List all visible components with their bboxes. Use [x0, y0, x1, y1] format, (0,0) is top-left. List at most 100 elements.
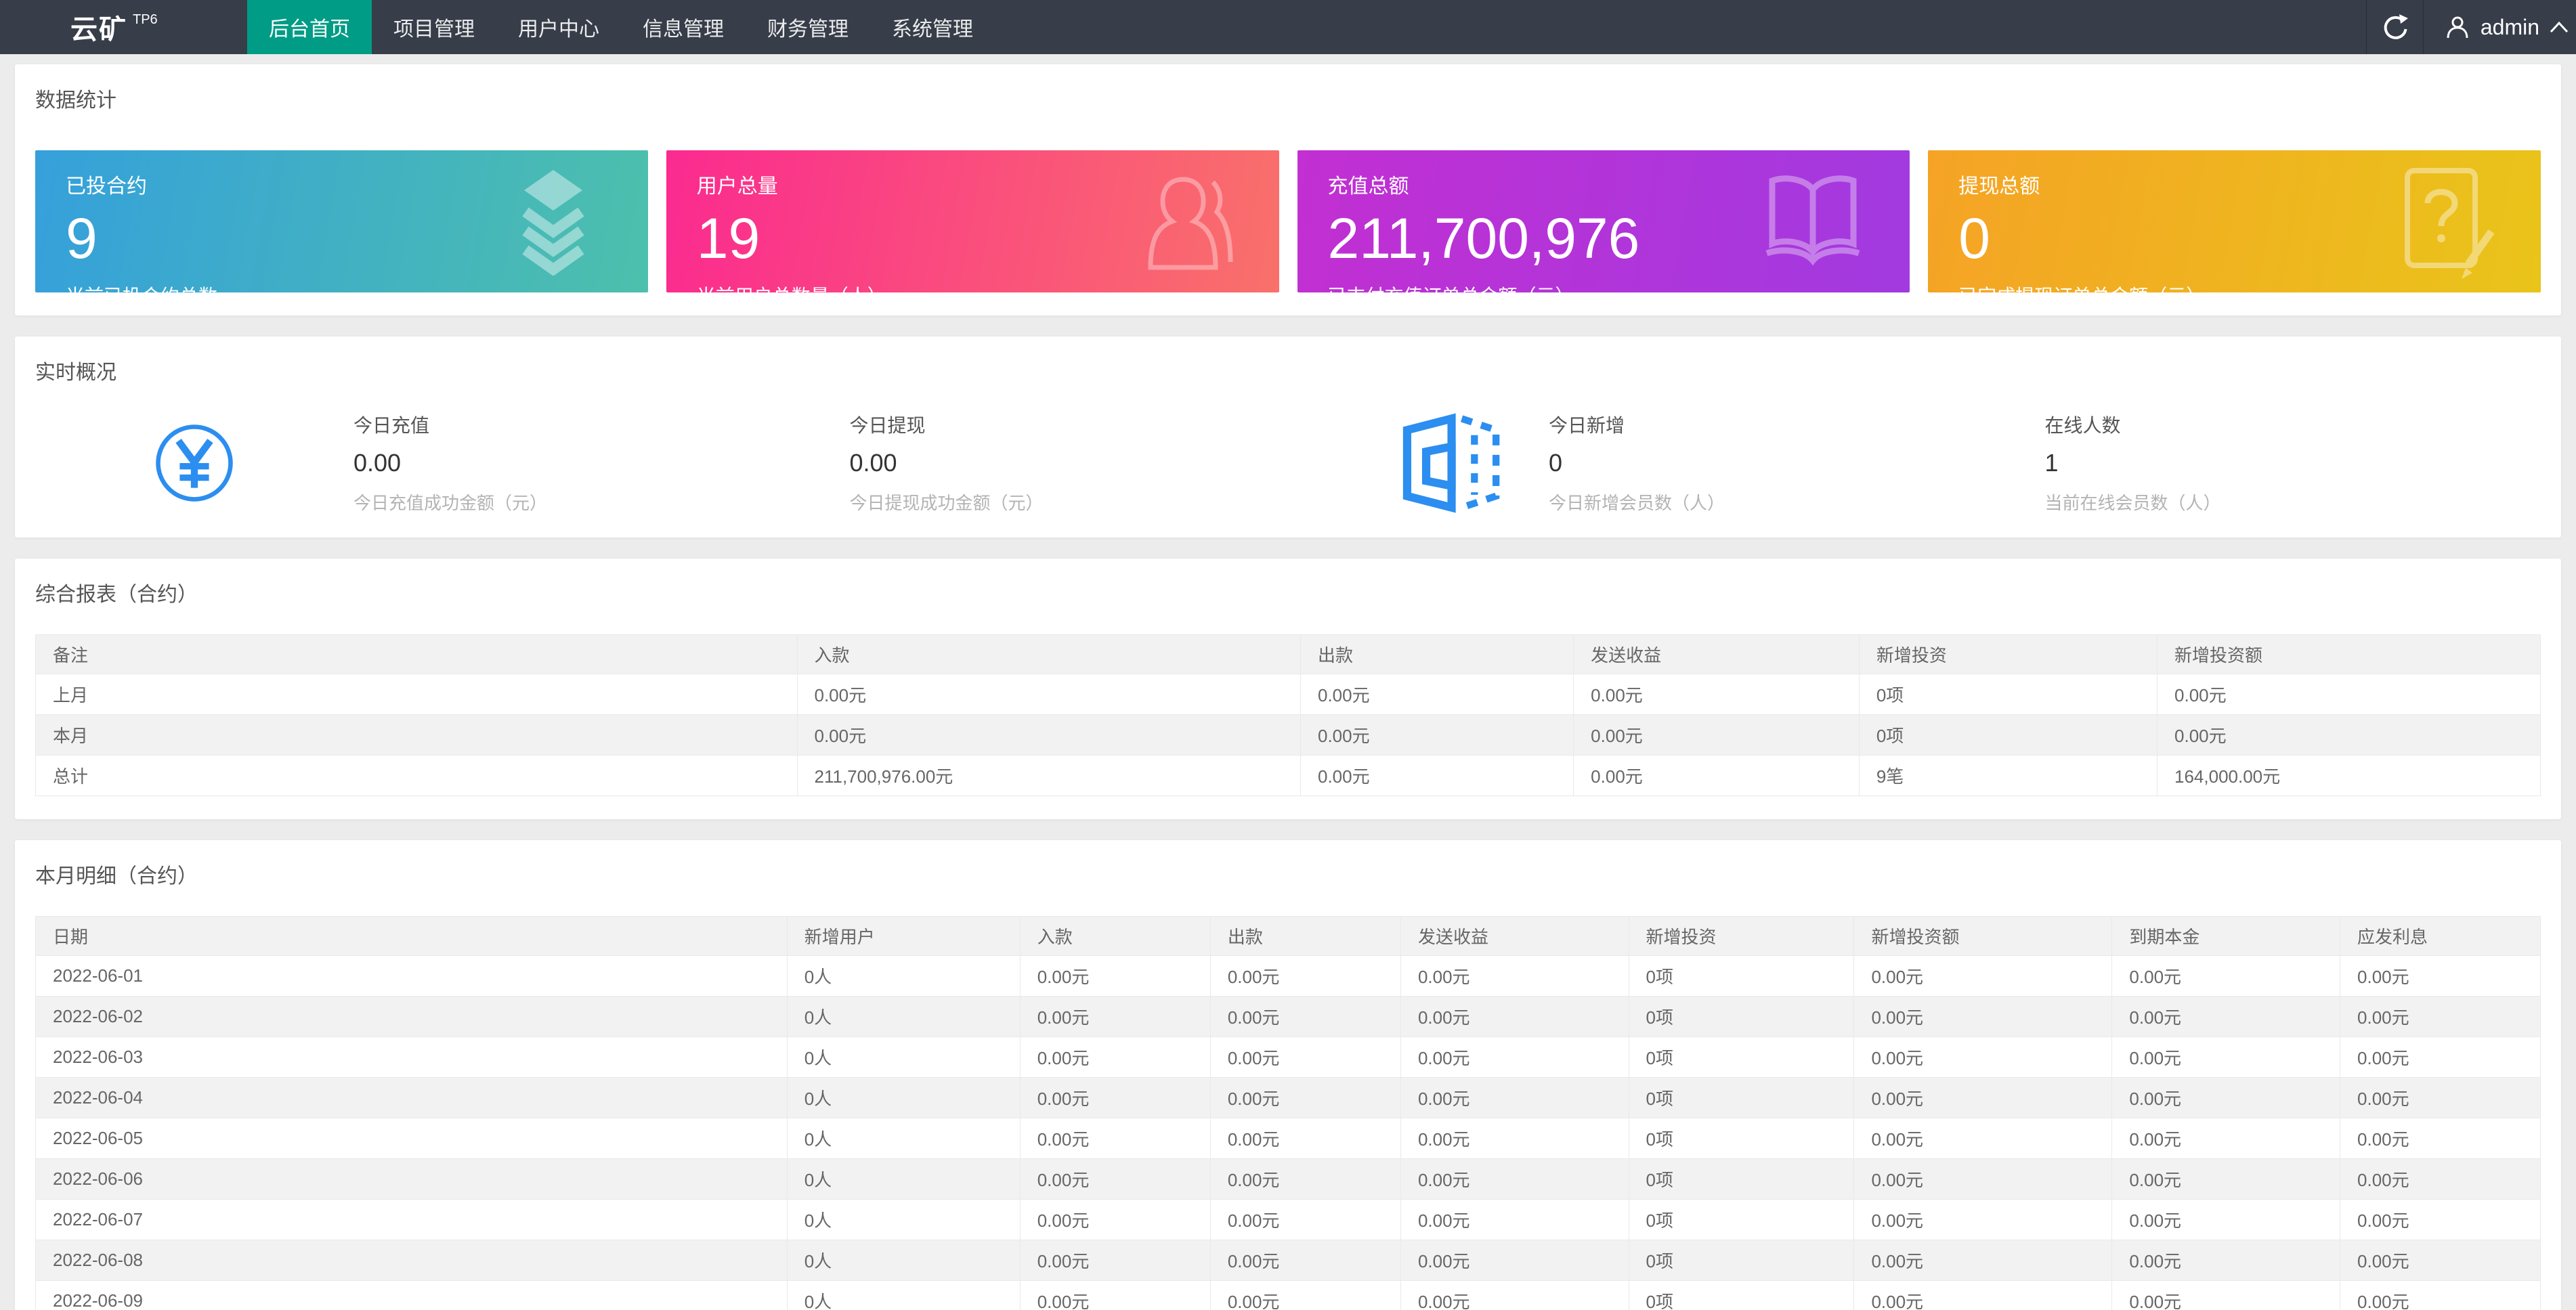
stats-panel: 数据统计 已投合约 9 当前已投合约总数 用户总量 19 当前用户总数量（人）: [15, 64, 2561, 315]
menu-item-dashboard[interactable]: 后台首页: [247, 0, 372, 54]
table-cell: 0人: [786, 1036, 1021, 1078]
table-cell: 0.00元: [1209, 1077, 1401, 1118]
column-header: 新增投资: [1628, 916, 1855, 956]
table-cell: 0人: [786, 996, 1021, 1037]
table-cell: 0.00元: [1209, 1118, 1401, 1159]
table-cell: 0项: [1628, 996, 1855, 1037]
table-cell: 0.00元: [1853, 1240, 2113, 1281]
column-header: 发送收益: [1573, 634, 1860, 674]
card-total-withdraw: 提现总额 0 已完成提现订单总金额（元）: [1928, 150, 2541, 307]
table-row: 2022-06-06 0人 0.00元 0.00元 0.00元 0项 0.00元 0.00元 0…: [35, 1158, 2541, 1200]
menu-item-finance[interactable]: 财务管理: [746, 0, 870, 54]
table-cell: 0人: [786, 1118, 1021, 1159]
table-row: 2022-06-01 0人 0.00元 0.00元 0.00元 0项 0.00元 0.00元 0…: [35, 955, 2541, 997]
yen-circle-icon: [35, 422, 353, 504]
refresh-button[interactable]: [2365, 0, 2423, 54]
summary-table-body: 上月 0.00元 0.00元 0.00元 0项 0.00元 本月 0.00元 0.00元 0.00…: [35, 674, 2541, 796]
column-header: 发送收益: [1400, 916, 1629, 956]
table-cell: 0人: [786, 1199, 1021, 1240]
stat-today-new-members: 今日新增 0 今日新增会员数（人）: [1549, 411, 2045, 515]
table-cell: 0.00元: [1400, 996, 1629, 1037]
menu-item-system[interactable]: 系统管理: [870, 0, 995, 54]
table-cell: 0.00元: [2340, 955, 2541, 997]
user-icon: [2444, 14, 2471, 41]
username: admin: [2480, 14, 2539, 39]
table-cell: 2022-06-05: [35, 1118, 788, 1159]
table-cell: 0.00元: [1209, 1199, 1401, 1240]
column-header: 备注: [35, 634, 798, 674]
table-cell: 0.00元: [2111, 1118, 2341, 1159]
table-cell: 0项: [1628, 1240, 1855, 1281]
table-cell: 0.00元: [1853, 1036, 2113, 1078]
navbar-right: admin: [2365, 0, 2576, 54]
table-cell: 0.00元: [2340, 1158, 2541, 1200]
summary-header-row: 备注 入款 出款 发送收益 新增投资 新增投资额: [35, 634, 2541, 674]
table-cell: 0项: [1628, 1077, 1855, 1118]
stat-value: 0.00: [353, 449, 402, 477]
realtime-panel: 实时概况 今日充值 0.00 今日充值成功金额（元） 今日提现 0.00 今日提…: [15, 336, 2561, 538]
menu-item-info[interactable]: 信息管理: [621, 0, 746, 54]
table-cell: 本月: [35, 714, 798, 756]
person-icon: [1137, 167, 1239, 276]
table-cell: 总计: [35, 755, 798, 796]
card-total-recharge: 充值总额 211,700,976 已支付充值订单总金额（元）: [1297, 150, 1910, 307]
stat-value: 1: [2044, 449, 2059, 477]
table-cell: 164,000.00元: [2157, 755, 2541, 796]
table-row: 上月 0.00元 0.00元 0.00元 0项 0.00元: [35, 674, 2541, 715]
detail-table-body: 2022-06-01 0人 0.00元 0.00元 0.00元 0项 0.00元 0.00元 0…: [35, 955, 2541, 1310]
table-cell: 0.00元: [2340, 1280, 2541, 1310]
table-cell: 0.00元: [2111, 955, 2341, 997]
table-row: 2022-06-05 0人 0.00元 0.00元 0.00元 0项 0.00元 0.00元 0…: [35, 1118, 2541, 1159]
table-cell: 0.00元: [2111, 1199, 2341, 1240]
table-cell: 0.00元: [1853, 1280, 2113, 1310]
menu-item-users[interactable]: 用户中心: [496, 0, 621, 54]
card-invested-contracts: 已投合约 9 当前已投合约总数: [35, 150, 648, 307]
summary-report-title: 综合报表（合约）: [35, 584, 198, 606]
table-row: 2022-06-08 0人 0.00元 0.00元 0.00元 0项 0.00元 0.00元 0…: [35, 1240, 2541, 1281]
stat-sublabel: 今日新增会员数（人）: [1549, 493, 1725, 513]
column-header: 到期本金: [2111, 916, 2341, 956]
stat-value: 0.00: [849, 449, 897, 477]
table-cell: 0.00元: [1019, 996, 1211, 1037]
table-cell: 0.00元: [1019, 1240, 1211, 1281]
menu-item-projects[interactable]: 项目管理: [372, 0, 496, 54]
table-cell: 0.00元: [2111, 1158, 2341, 1200]
table-cell: 0.00元: [2340, 1036, 2541, 1078]
table-cell: 0.00元: [796, 674, 1301, 715]
table-cell: 0.00元: [1400, 1158, 1629, 1200]
table-cell: 0.00元: [1400, 1077, 1629, 1118]
table-row: 本月 0.00元 0.00元 0.00元 0项 0.00元: [35, 714, 2541, 756]
table-cell: 2022-06-07: [35, 1199, 788, 1240]
stat-label: 今日充值: [353, 415, 430, 436]
card-subtitle: 当前用户总数量（人）: [696, 286, 886, 307]
refresh-icon: [2380, 12, 2409, 42]
table-cell: 0.00元: [2340, 1118, 2541, 1159]
column-header: 新增投资: [1858, 634, 2158, 674]
table-cell: 0.00元: [2111, 1240, 2341, 1281]
table-cell: 0.00元: [1853, 955, 2113, 997]
table-cell: 0.00元: [1400, 1280, 1629, 1310]
table-cell: 0.00元: [1853, 996, 2113, 1037]
table-cell: 0.00元: [1300, 714, 1574, 756]
table-cell: 0项: [1858, 714, 2158, 756]
table-row: 2022-06-04 0人 0.00元 0.00元 0.00元 0项 0.00元 0.00元 0…: [35, 1077, 2541, 1118]
table-cell: 0.00元: [1209, 1036, 1401, 1078]
table-cell: 2022-06-03: [35, 1036, 788, 1078]
stat-sublabel: 今日充值成功金额（元）: [353, 493, 548, 513]
table-row: 2022-06-07 0人 0.00元 0.00元 0.00元 0项 0.00元 0.00元 0…: [35, 1199, 2541, 1240]
chevron-up-icon: [2549, 19, 2569, 35]
table-cell: 0人: [786, 1158, 1021, 1200]
table-cell: 211,700,976.00元: [796, 755, 1301, 796]
stat-sublabel: 当前在线会员数（人）: [2044, 493, 2221, 513]
app-logo[interactable]: 云矿 TP6: [0, 0, 247, 54]
card-total-users: 用户总量 19 当前用户总数量（人）: [666, 150, 1279, 307]
building-icon: [1346, 412, 1549, 514]
table-cell: 0.00元: [1209, 1240, 1401, 1281]
table-cell: 0.00元: [1853, 1158, 2113, 1200]
user-menu[interactable]: admin: [2422, 0, 2576, 54]
table-cell: 0.00元: [1209, 996, 1401, 1037]
column-header: 出款: [1300, 634, 1574, 674]
column-header: 日期: [35, 916, 788, 956]
table-cell: 9笔: [1858, 755, 2158, 796]
month-detail-panel: 本月明细（合约） 日期 新增用户 入款 出款 发送收益 新增投资 新增投资额 到期本金 应发利息…: [15, 840, 2561, 1310]
